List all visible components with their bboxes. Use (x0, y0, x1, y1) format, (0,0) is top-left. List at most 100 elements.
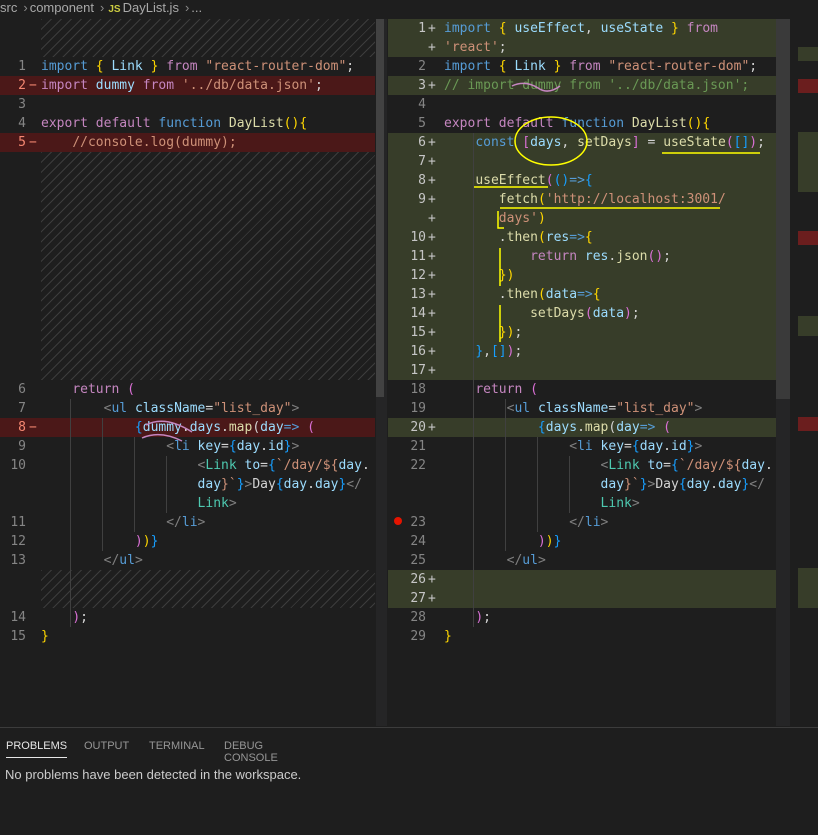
right-scrollbar-thumb[interactable] (776, 19, 790, 399)
line-number: 2 (18, 78, 26, 93)
code-text: //console.log(dummy); (72, 135, 237, 150)
code-text: <Link to={`/day/${day. (197, 458, 370, 473)
code-line-wrap[interactable]: + days') (388, 209, 788, 228)
line-number: 11 (10, 515, 26, 530)
breadcrumb-component[interactable]: component (30, 0, 94, 15)
code-line-inserted[interactable]: 27 + (388, 589, 788, 608)
code-line[interactable]: 3 (0, 95, 375, 114)
line-number: 11 (410, 249, 426, 264)
code-line[interactable]: 14 ); (0, 608, 375, 627)
code-line-wrap[interactable]: + 'react'; (388, 38, 788, 57)
code-line-deleted[interactable]: 5− //console.log(dummy); (0, 133, 375, 152)
overview-insert-mark (798, 568, 818, 608)
code-line-inserted[interactable]: 26 + (388, 570, 788, 589)
tab-terminal[interactable]: TERMINAL (149, 740, 205, 752)
code-text: {days.map(day=> ( (537, 420, 671, 435)
js-file-icon: JS (108, 4, 121, 15)
line-number: 26 (410, 572, 426, 587)
code-line-inserted[interactable]: 12 + }) (388, 266, 788, 285)
code-text: day}`}>Day{day.day}</ (197, 477, 362, 492)
code-line-inserted[interactable]: 3 + // import dummy from '../db/data.json'… (388, 76, 788, 95)
left-scrollbar-thumb[interactable] (376, 19, 384, 397)
indent-guide (70, 399, 71, 627)
code-line-inserted[interactable]: 20 + {days.map(day=> ( (388, 418, 788, 437)
line-number: 21 (410, 439, 426, 454)
code-line[interactable]: 24 ))} (388, 532, 788, 551)
code-line[interactable]: 1 import { Link } from "react-router-dom"… (0, 57, 375, 76)
line-number: 15 (10, 629, 26, 644)
code-text: }) (498, 268, 515, 283)
code-line-inserted[interactable]: 16 + },[]); (388, 342, 788, 361)
code-text: <ul className="list_day"> (103, 401, 300, 416)
code-line[interactable]: 18 return ( (388, 380, 788, 399)
breadcrumb-file[interactable]: DayList.js (123, 0, 179, 15)
code-line-inserted[interactable]: 13 + .then(data=>{ (388, 285, 788, 304)
code-text: import { Link } from "react-router-dom"; (444, 59, 758, 74)
code-line[interactable]: 28 ); (388, 608, 788, 627)
code-line-inserted[interactable]: 14 + setDays(data); (388, 304, 788, 323)
code-line[interactable]: 21 <li key={day.id}> (388, 437, 788, 456)
code-line[interactable]: 13 </ul> (0, 551, 375, 570)
added-marker: + (428, 78, 436, 93)
added-marker: + (428, 420, 436, 435)
code-line-inserted[interactable]: 7 + (388, 152, 788, 171)
code-line[interactable]: 4 export default function DayList(){ (0, 114, 375, 133)
diff-original-pane[interactable]: 1 import { Link } from "react-router-dom"… (0, 19, 375, 726)
code-line-inserted[interactable]: 15 + }); (388, 323, 788, 342)
breadcrumb-src[interactable]: src (0, 0, 17, 15)
tab-problems[interactable]: PROBLEMS (6, 740, 68, 758)
code-line[interactable]: 19 <ul className="list_day"> (388, 399, 788, 418)
code-line-inserted[interactable]: 6 + const [days, setDays] = useState([]); (388, 133, 788, 152)
breakpoint-icon[interactable] (394, 517, 402, 525)
tab-output[interactable]: OUTPUT (84, 740, 129, 752)
code-text: </ul> (506, 553, 546, 568)
code-line[interactable]: 9 <li key={day.id}> (0, 437, 375, 456)
code-line-wrap[interactable]: Link> (0, 494, 375, 513)
code-line[interactable]: 23 </li> (388, 513, 788, 532)
code-line[interactable]: 7 <ul className="list_day"> (0, 399, 375, 418)
code-line[interactable]: 11 </li> (0, 513, 375, 532)
code-text: <li key={day.id}> (569, 439, 703, 454)
code-line-wrap[interactable]: day}`}>Day{day.day}</ (388, 475, 788, 494)
code-line[interactable]: 2 import { Link } from "react-router-dom"… (388, 57, 788, 76)
code-line[interactable]: 5 export default function DayList(){ (388, 114, 788, 133)
line-number: 9 (418, 192, 426, 207)
code-line-inserted[interactable]: 10 + .then(res=>{ (388, 228, 788, 247)
overview-insert-mark (798, 132, 818, 192)
code-line-inserted[interactable]: 17 + (388, 361, 788, 380)
line-number: 25 (410, 553, 426, 568)
code-text: fetch('http://localhost:3001/ (498, 192, 726, 207)
line-number: 12 (10, 534, 26, 549)
code-text: import { useEffect, useState } from (444, 21, 718, 36)
code-line-inserted[interactable]: 8 + useEffect(()=>{ (388, 171, 788, 190)
code-line-deleted[interactable]: 8− {dummy.days.map(day=> ( (0, 418, 375, 437)
code-line[interactable]: 29} (388, 627, 788, 646)
code-line[interactable]: 12 ))} (0, 532, 375, 551)
line-number: 16 (410, 344, 426, 359)
line-number: 2 (418, 59, 426, 74)
code-line[interactable]: 10 <Link to={`/day/${day. (0, 456, 375, 475)
code-line-wrap[interactable]: Link> (388, 494, 788, 513)
code-text: ); (72, 610, 88, 625)
diff-modified-pane[interactable]: 1 + import { useEffect, useState } from + '… (388, 19, 788, 726)
line-number: 6 (418, 135, 426, 150)
code-line-inserted[interactable]: 11 + return res.json(); (388, 247, 788, 266)
code-text: useEffect(()=>{ (475, 173, 593, 188)
code-line-wrap[interactable]: day}`}>Day{day.day}</ (0, 475, 375, 494)
code-text: } (444, 629, 452, 644)
problems-message: No problems have been detected in the wo… (5, 767, 302, 782)
code-line[interactable]: 4 (388, 95, 788, 114)
tab-debug-console[interactable]: DEBUG CONSOLE (224, 740, 278, 764)
code-line-inserted[interactable]: 9 + fetch('http://localhost:3001/ (388, 190, 788, 209)
line-number: 7 (418, 154, 426, 169)
code-line[interactable]: 6 return ( (0, 380, 375, 399)
code-line-inserted[interactable]: 1 + import { useEffect, useState } from (388, 19, 788, 38)
code-line[interactable]: 25 </ul> (388, 551, 788, 570)
line-number: 5 (418, 116, 426, 131)
added-marker: + (428, 192, 436, 207)
code-line-deleted[interactable]: 2− import dummy from '../db/data.json'; (0, 76, 375, 95)
breadcrumb-more[interactable]: ... (191, 0, 202, 15)
code-line[interactable]: 15} (0, 627, 375, 646)
diff-overview-ruler[interactable] (790, 19, 818, 726)
code-line[interactable]: 22 <Link to={`/day/${day. (388, 456, 788, 475)
